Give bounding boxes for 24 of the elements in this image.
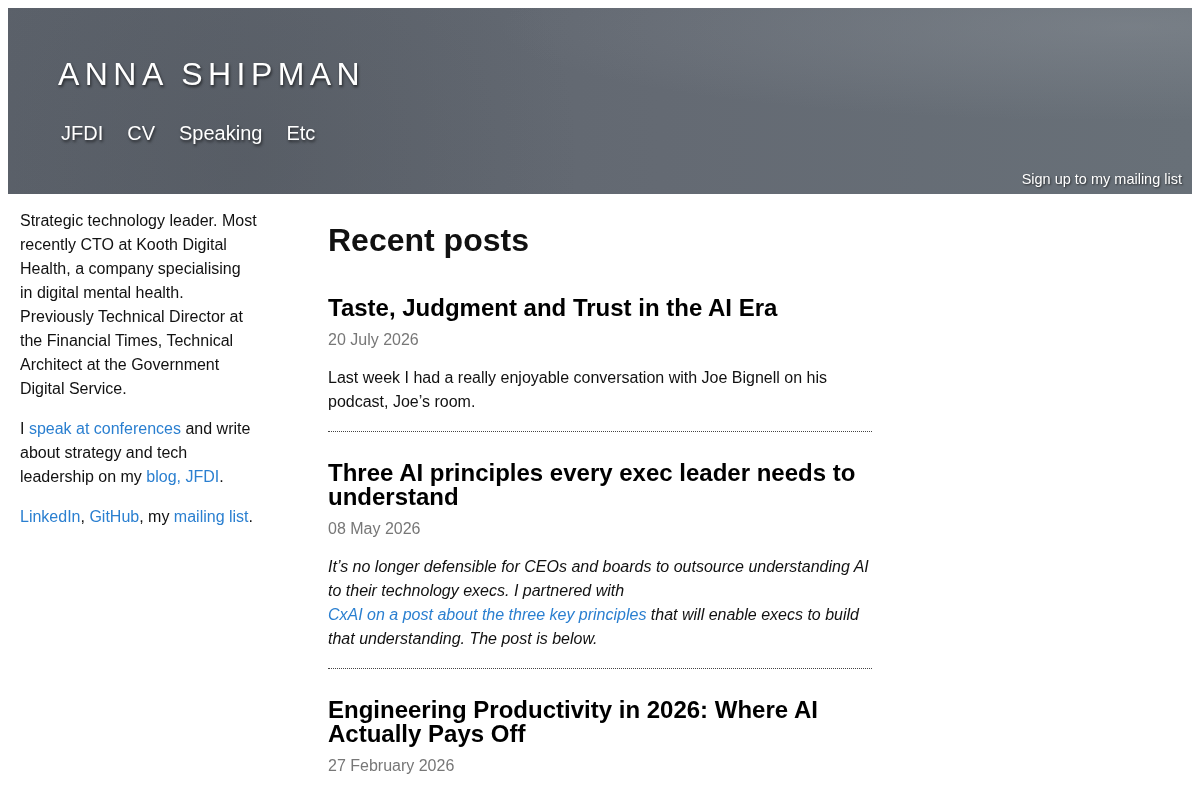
page-heading: Recent posts <box>328 221 530 259</box>
post-excerpt: Last week I had a really enjoyable conversation with Joe Bignell on his podcast, Joe’s room. <box>328 368 828 412</box>
text-link[interactable]: LinkedIn <box>20 508 81 525</box>
text-link[interactable]: mailing list <box>173 508 249 525</box>
nav-link[interactable]: Speaking <box>179 121 263 145</box>
post-date: 20 July 2026 <box>328 330 420 350</box>
post-title-link[interactable]: Three AI principles every exec leader needs to understand <box>328 461 872 509</box>
nav-link[interactable]: JFDI <box>61 121 104 145</box>
bio-paragraph: I speak at conferences and write about strategy and tech leadership on my blog, JFDI. <box>20 419 252 487</box>
text-link[interactable]: CxAI on a post about the three key principles <box>328 606 647 623</box>
nav-link[interactable]: Etc <box>286 121 316 145</box>
nav-link[interactable]: CV <box>127 121 155 145</box>
post-title-link[interactable]: Taste, Judgment and Trust in the AI Era <box>328 296 872 320</box>
post-excerpt: It’s no longer defensible for CEOs and boards to outsource understanding AI to their technology execs. I partnered with CxAI on a post about the three key principles that will enable execs to build that understanding. The post is below. <box>328 557 870 649</box>
text-link[interactable]: blog, JFDI <box>146 468 220 485</box>
post-title-link[interactable]: Engineering Productivity in 2026: Where AI Actually Pays Off <box>328 698 872 746</box>
post-date: 08 May 2026 <box>328 519 422 539</box>
text-link[interactable]: GitHub <box>89 508 140 525</box>
bio-paragraph: Strategic technology leader. Most recently CTO at Kooth Digital Health, a company specialising in digital mental health. Previously Technical Director at the Financial Times, Technical Architect at the Government Digital Service. <box>20 211 257 399</box>
text-link[interactable]: speak at conferences <box>28 420 181 437</box>
site-title[interactable]: ANNA SHIPMAN <box>58 55 366 93</box>
bio-paragraph: LinkedIn, GitHub, my mailing list. <box>20 507 254 527</box>
post-date: 27 February 2026 <box>328 756 456 776</box>
mailing-list-link[interactable]: Sign up to my mailing list <box>1021 171 1182 188</box>
